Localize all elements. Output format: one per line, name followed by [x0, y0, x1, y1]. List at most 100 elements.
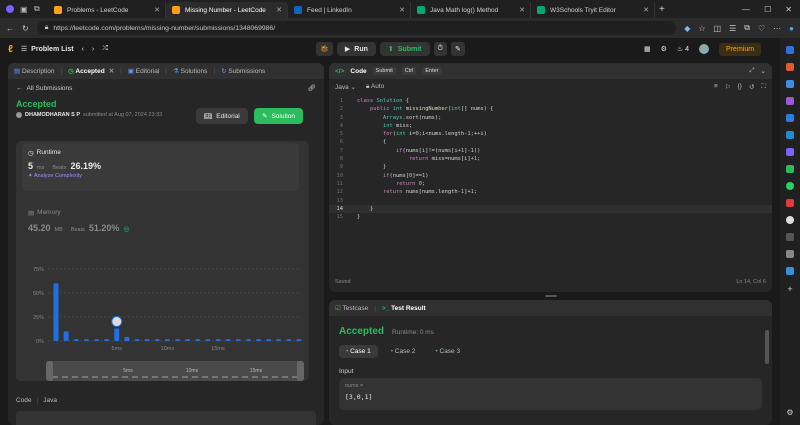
distribution-bar[interactable] — [235, 339, 241, 341]
browser-tab[interactable]: Missing Number - LeetCode ✕ — [166, 2, 288, 18]
range-handle-left[interactable] — [46, 361, 53, 381]
leetcode-logo[interactable]: ℓ — [8, 44, 13, 55]
distribution-bar[interactable] — [144, 339, 150, 341]
share-icon[interactable]: 🔗︎ — [308, 84, 316, 92]
autocomplete-toggle[interactable]: 🔒︎ Auto — [366, 83, 384, 91]
notes-icon[interactable]: ✎ — [450, 42, 465, 56]
distribution-bar[interactable] — [185, 339, 191, 341]
refresh-icon[interactable]: ↻ — [22, 24, 29, 33]
close-tab-icon[interactable]: ✕ — [276, 6, 282, 14]
close-tab-icon[interactable]: ✕ — [643, 6, 649, 14]
favorite-icon[interactable]: ☆ — [698, 24, 705, 33]
profile-icon[interactable] — [0, 5, 20, 13]
distribution-bar[interactable] — [195, 339, 201, 341]
streak-counter[interactable]: ♨ 4 — [677, 45, 689, 53]
close-window-icon[interactable]: ✕ — [785, 5, 792, 14]
distribution-bar[interactable] — [114, 328, 120, 341]
close-tab-icon[interactable]: ✕ — [109, 68, 114, 75]
distribution-bar[interactable] — [225, 339, 231, 341]
app-icon-3[interactable] — [786, 250, 794, 258]
next-problem-icon[interactable]: › — [92, 46, 94, 53]
app-icon-4[interactable] — [786, 267, 794, 275]
panel-more-icon[interactable]: ⌄ — [761, 67, 766, 75]
tab-accepted[interactable]: ◷ Accepted ✕ — [68, 67, 114, 75]
distribution-bar[interactable] — [256, 339, 261, 341]
new-tab-button[interactable]: + — [659, 4, 665, 15]
tab-description[interactable]: ▤ Description — [14, 67, 54, 75]
code-area[interactable]: 1 class Solution {2 public int missingNum… — [329, 95, 772, 221]
distribution-bar[interactable] — [53, 283, 59, 341]
tab-test-result[interactable]: >_ Test Result — [382, 305, 426, 312]
workspaces-icon[interactable]: ▣ — [20, 5, 34, 14]
distribution-bar[interactable] — [296, 339, 302, 341]
distribution-bar[interactable] — [124, 337, 130, 341]
format-icon[interactable]: ≡ — [714, 83, 718, 91]
app-icon[interactable] — [786, 199, 794, 207]
close-tab-icon[interactable]: ✕ — [519, 6, 525, 14]
extension-icon[interactable]: ◆ — [684, 24, 690, 33]
chatgpt-icon[interactable] — [786, 216, 794, 224]
whatsapp-icon[interactable] — [786, 182, 794, 190]
drop-icon[interactable] — [786, 148, 794, 156]
expand-icon[interactable]: ⤢ — [749, 67, 754, 75]
case-tab[interactable]: • Case 1 — [339, 345, 378, 358]
app-icon-2[interactable] — [786, 233, 794, 241]
distribution-bar[interactable] — [104, 339, 110, 341]
favorites-icon[interactable]: ☰ — [729, 24, 736, 33]
close-tab-icon[interactable]: ✕ — [154, 6, 160, 14]
braces-icon[interactable]: {} — [738, 83, 742, 91]
resize-handle[interactable] — [545, 295, 557, 297]
result-scrollbar[interactable] — [765, 330, 769, 364]
distribution-bar[interactable] — [286, 339, 292, 341]
premium-button[interactable]: Premium — [719, 42, 762, 56]
maximize-icon[interactable]: ☐ — [764, 5, 771, 14]
distribution-bar[interactable] — [73, 339, 79, 341]
distribution-bar[interactable] — [266, 339, 272, 341]
tab-submissions[interactable]: ↻ Submissions — [221, 67, 265, 75]
username[interactable]: DHAMODHARAN S P — [25, 112, 80, 118]
browser-tab[interactable]: W3Schools Tryit Editor ✕ — [531, 2, 655, 18]
url-field[interactable]: 🔒︎ https://leetcode.com/problems/missing-… — [36, 21, 677, 35]
games-icon[interactable] — [786, 97, 794, 105]
distribution-bar[interactable] — [276, 339, 282, 341]
solution-button[interactable]: ✎ Solution — [254, 108, 303, 124]
tab-testcase[interactable]: ☑ Testcase — [335, 304, 368, 312]
browser-essentials-icon[interactable]: ♡ — [758, 24, 765, 33]
runtime-distribution-chart[interactable]: 75% 50% 25% 0% 5ms 10ms 15ms — [16, 256, 309, 351]
distribution-bar[interactable] — [164, 339, 170, 341]
submit-button[interactable]: ⬆ Submit — [379, 42, 430, 56]
office-icon[interactable] — [786, 114, 794, 122]
layout-icon[interactable]: ▦ — [644, 45, 651, 53]
distribution-bar[interactable] — [63, 331, 69, 341]
debug-button[interactable]: 🐞︎ — [316, 42, 333, 56]
sidebar-settings-icon[interactable]: ⚙ — [786, 408, 793, 417]
fullscreen-icon[interactable]: ⛶ — [761, 83, 766, 91]
distribution-bar[interactable] — [83, 339, 89, 341]
collections-icon[interactable]: ⧉ — [744, 23, 750, 33]
close-tab-icon[interactable]: ✕ — [399, 6, 405, 14]
more-icon[interactable]: ⋯ — [773, 24, 781, 33]
browser-tab[interactable]: Feed | LinkedIn ✕ — [288, 2, 411, 18]
distribution-bar[interactable] — [134, 339, 140, 341]
timer-icon[interactable]: ⏱ — [433, 42, 447, 56]
run-button[interactable]: ▶ Run — [336, 42, 376, 56]
distribution-range-slider[interactable]: 5ms 10ms 15ms — [46, 361, 304, 381]
split-screen-icon[interactable]: ◫ — [714, 24, 722, 33]
all-submissions-link[interactable]: ← All Submissions 🔗︎ — [8, 79, 324, 97]
distribution-bar[interactable] — [215, 339, 221, 341]
runtime-card[interactable]: ◷ Runtime 5 ms Beats 26.19% ✦ Analyze Compl… — [22, 143, 299, 191]
case-tab[interactable]: • Case 2 — [384, 345, 423, 358]
minimize-icon[interactable]: — — [742, 5, 750, 14]
tab-editorial[interactable]: ▣ Editorial — [128, 67, 159, 75]
telegram-icon[interactable] — [786, 165, 794, 173]
memory-card[interactable]: ▤ Memory 45.20 MB Beats 51.20% ◎ — [28, 209, 298, 233]
browser-tab[interactable]: Java Math log() Method ✕ — [411, 2, 531, 18]
copilot-icon[interactable]: ● — [789, 24, 794, 33]
tab-solutions[interactable]: ⚗ Solutions — [173, 67, 207, 75]
tab-actions-icon[interactable]: ⧉ — [34, 4, 48, 14]
distribution-bar[interactable] — [205, 339, 211, 341]
problem-list-button[interactable]: ☰ Problem List — [21, 45, 74, 54]
language-select[interactable]: Java ⌄ — [335, 83, 356, 91]
browser-tab[interactable]: Problems - LeetCode ✕ — [48, 2, 166, 18]
shuffle-icon[interactable]: ⤮ — [102, 45, 108, 53]
